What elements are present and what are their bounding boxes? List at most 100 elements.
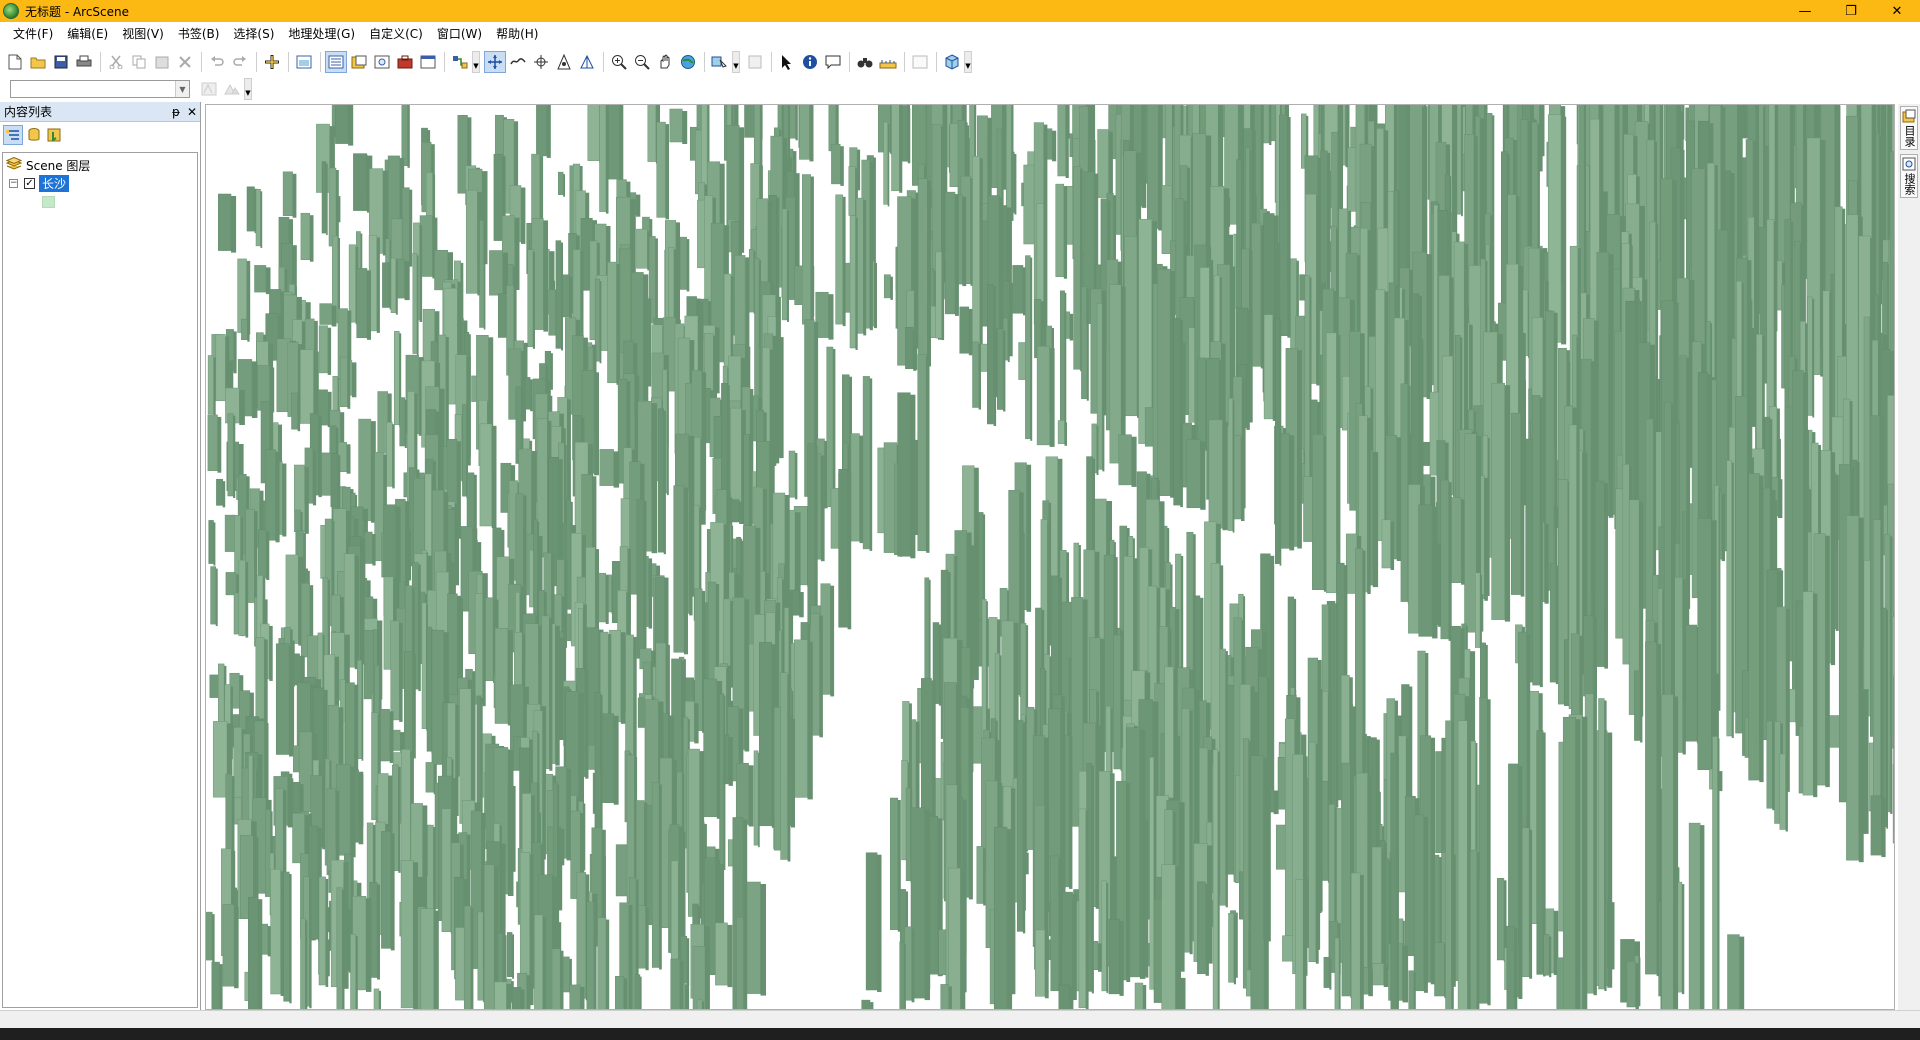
toolbar-separator (849, 52, 850, 72)
restore-button[interactable]: ❐ (1828, 0, 1874, 22)
cut-icon[interactable] (105, 51, 127, 73)
set-observer-icon[interactable] (576, 51, 598, 73)
zoom-to-target-icon[interactable] (553, 51, 575, 73)
toc-toolbar (0, 122, 200, 148)
toolbar-separator (936, 52, 937, 72)
close-button[interactable]: ✕ (1874, 0, 1920, 22)
menu-edit[interactable]: 编辑(E) (60, 22, 115, 46)
menu-view[interactable]: 视图(V) (115, 22, 171, 46)
list-by-visibility-icon[interactable] (45, 125, 65, 145)
scene-layers-root[interactable]: Scene 图层 (5, 156, 90, 174)
navigate-tool-icon[interactable] (484, 51, 506, 73)
model-builder-icon[interactable] (449, 51, 471, 73)
arcscene-app-icon (3, 3, 19, 19)
search-icon (1902, 157, 1916, 171)
undo-icon[interactable] (206, 51, 228, 73)
full-extent-icon[interactable] (677, 51, 699, 73)
measure-icon[interactable] (877, 51, 899, 73)
toolbar-separator (201, 52, 202, 72)
target-center-icon[interactable] (530, 51, 552, 73)
menu-geoprocessing[interactable]: 地理处理(G) (281, 22, 362, 46)
status-bar (0, 1010, 1920, 1028)
toolbar-separator (320, 52, 321, 72)
toolbar-separator (904, 52, 905, 72)
html-popup-icon[interactable] (822, 51, 844, 73)
layer-name-changsha[interactable]: 长沙 (39, 174, 70, 192)
menu-bar: 文件(F) 编辑(E) 视图(V) 书签(B) 选择(S) 地理处理(G) 自定… (0, 22, 1920, 46)
window-title: 无标题 - ArcScene (25, 4, 130, 19)
list-by-drawing-order-icon[interactable] (3, 125, 23, 145)
minimize-button[interactable]: — (1782, 0, 1828, 22)
save-icon[interactable] (50, 51, 72, 73)
menu-windows[interactable]: 窗口(W) (430, 22, 489, 46)
find-binoculars-icon[interactable] (854, 51, 876, 73)
python-window-icon[interactable] (417, 51, 439, 73)
pan-hand-icon[interactable] (654, 51, 676, 73)
layer-symbol-swatch[interactable] (42, 196, 55, 208)
toolbar-separator (444, 52, 445, 72)
dropdown-arrow-icon[interactable]: ▼ (732, 51, 740, 73)
menu-help[interactable]: 帮助(H) (489, 22, 545, 46)
toolbar-separator (256, 52, 257, 72)
layer-visibility-checkbox[interactable]: ✓ (24, 177, 35, 189)
layers-stack-icon (5, 156, 23, 174)
shading-icon[interactable] (221, 78, 243, 100)
toc-title: 内容列表 (4, 105, 53, 119)
zoom-in-icon[interactable] (608, 51, 630, 73)
layer-row-changsha[interactable]: − ✓ 长沙 (9, 174, 70, 192)
redo-icon[interactable] (229, 51, 251, 73)
zoom-out-icon[interactable] (631, 51, 653, 73)
standard-toolbar: ▼ ▼ ▼ (0, 48, 1920, 76)
toolbar-separator (704, 52, 705, 72)
open-folder-icon[interactable] (27, 51, 49, 73)
search-dock-tab[interactable]: 搜索 (1900, 154, 1918, 198)
search-window-icon[interactable] (371, 51, 393, 73)
effects-toolbar: ▼ ▼ (0, 77, 1920, 101)
catalog-icon (1902, 109, 1916, 123)
dropdown-arrow-icon[interactable]: ▼ (244, 78, 252, 100)
dropdown-arrow-icon[interactable]: ▼ (472, 51, 480, 73)
delete-icon[interactable] (174, 51, 196, 73)
print-icon[interactable] (73, 51, 95, 73)
dropdown-arrow-icon[interactable]: ▼ (964, 51, 972, 73)
search-tab-label: 搜索 (1903, 173, 1916, 195)
3d-buildings-render[interactable] (206, 105, 1895, 1010)
paste-icon[interactable] (151, 51, 173, 73)
toolbar-separator (288, 52, 289, 72)
select-features-icon[interactable] (709, 51, 731, 73)
fly-tool-icon[interactable] (507, 51, 529, 73)
toolbar-separator (603, 52, 604, 72)
close-panel-icon[interactable]: ✕ (184, 105, 200, 119)
catalog-dock-tab[interactable]: 目录 (1900, 106, 1918, 150)
animation-icon[interactable] (909, 51, 931, 73)
identify-icon[interactable] (799, 51, 821, 73)
layer-tree: Scene 图层 − ✓ 长沙 (2, 152, 198, 1008)
layer-symbol-row (42, 193, 55, 211)
taskbar-strip (0, 1028, 1920, 1040)
arctoolbox-icon[interactable] (394, 51, 416, 73)
menu-file[interactable]: 文件(F) (6, 22, 60, 46)
scene-properties-icon[interactable] (293, 51, 315, 73)
list-by-source-icon[interactable] (24, 125, 44, 145)
layer-transparency-icon[interactable] (198, 78, 220, 100)
collapse-icon[interactable]: − (9, 178, 18, 188)
menu-customize[interactable]: 自定义(C) (362, 22, 430, 46)
clear-selection-icon[interactable] (744, 51, 766, 73)
building-extrusions (206, 105, 1894, 1009)
menu-bookmarks[interactable]: 书签(B) (171, 22, 227, 46)
toolbar-separator (771, 52, 772, 72)
copy-icon[interactable] (128, 51, 150, 73)
catalog-tab-label: 目录 (1903, 125, 1916, 147)
chevron-down-icon: ▼ (175, 81, 189, 97)
table-of-contents-icon[interactable] (325, 51, 347, 73)
3d-effects-cube-icon[interactable] (941, 51, 963, 73)
new-document-icon[interactable] (4, 51, 26, 73)
add-data-icon[interactable] (261, 51, 283, 73)
pin-icon[interactable]: ᵽ (168, 105, 184, 119)
catalog-window-icon[interactable] (348, 51, 370, 73)
menu-selection[interactable]: 选择(S) (226, 22, 281, 46)
right-dock-bar: 目录 搜索 (1898, 104, 1920, 1010)
scene-view[interactable] (205, 104, 1895, 1010)
layer-combo-box[interactable]: ▼ (10, 80, 190, 98)
select-elements-arrow-icon[interactable] (776, 51, 798, 73)
